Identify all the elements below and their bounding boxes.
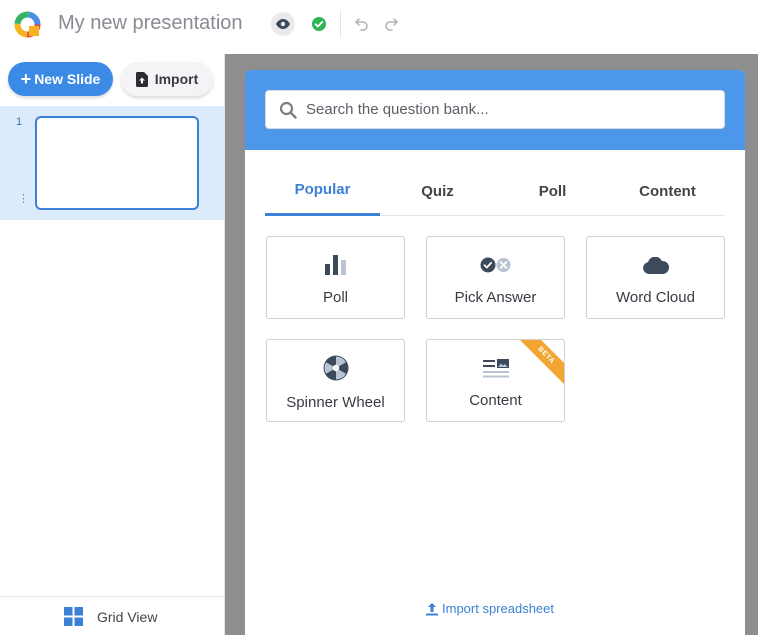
redo-icon[interactable] [383,15,399,31]
slides-sidebar: + New Slide Import 1 ⋮ Grid View [0,54,225,635]
modal-header [245,70,745,150]
image-text-icon [482,358,509,377]
card-label: Pick Answer [454,289,537,306]
card-label: Spinner Wheel [286,394,385,411]
plus-icon: + [20,69,32,89]
card-pick-answer[interactable]: Pick Answer [426,236,565,319]
check-circle-icon [312,17,326,31]
slide-number: 1 [16,116,23,128]
search-box[interactable] [265,90,725,129]
bar-chart-icon [324,255,346,275]
tab-popular[interactable]: Popular [265,166,380,216]
cloud-icon [642,256,669,274]
import-button[interactable]: Import [121,62,213,96]
card-label: Word Cloud [616,289,695,306]
card-label: Content [469,392,522,409]
card-word-cloud[interactable]: Word Cloud [586,236,725,319]
search-icon [279,101,297,119]
preview-button[interactable] [271,12,295,36]
eye-icon [276,19,290,29]
new-slide-label: New Slide [34,71,101,87]
import-spreadsheet-link[interactable]: Import spreadsheet [425,601,554,616]
spinner-wheel-icon [323,355,348,381]
check-x-icon [480,257,510,273]
import-label: Import [154,71,199,87]
tab-poll[interactable]: Poll [495,166,610,216]
app-logo-icon[interactable] [14,11,41,38]
file-upload-icon [135,71,148,87]
undo-icon[interactable] [354,15,370,31]
drag-handle-icon[interactable]: ⋮ [18,194,29,205]
search-input[interactable] [306,91,716,128]
tab-content[interactable]: Content [610,166,725,216]
grid-view-icon [64,607,83,626]
question-bank-modal: Popular Quiz Poll Content Poll Pick Answ… [245,70,745,635]
card-poll[interactable]: Poll [266,236,405,319]
tab-quiz[interactable]: Quiz [380,166,495,216]
grid-view-label: Grid View [97,609,158,625]
new-slide-button[interactable]: + New Slide [8,62,113,96]
import-spreadsheet-label: Import spreadsheet [442,601,555,616]
upload-icon [426,602,438,615]
card-spinner-wheel[interactable]: Spinner Wheel [266,339,405,422]
card-label: Poll [322,289,348,306]
card-content[interactable]: BETA Content [426,339,565,422]
top-bar: My new presentation [0,0,758,54]
presentation-title[interactable]: My new presentation [58,12,243,35]
slide-list-item[interactable]: 1 ⋮ [0,106,224,220]
slide-thumbnail[interactable] [35,116,199,210]
grid-view-button[interactable]: Grid View [0,596,224,635]
toolbar-divider [340,10,341,38]
category-tabs: Popular Quiz Poll Content [265,166,725,216]
